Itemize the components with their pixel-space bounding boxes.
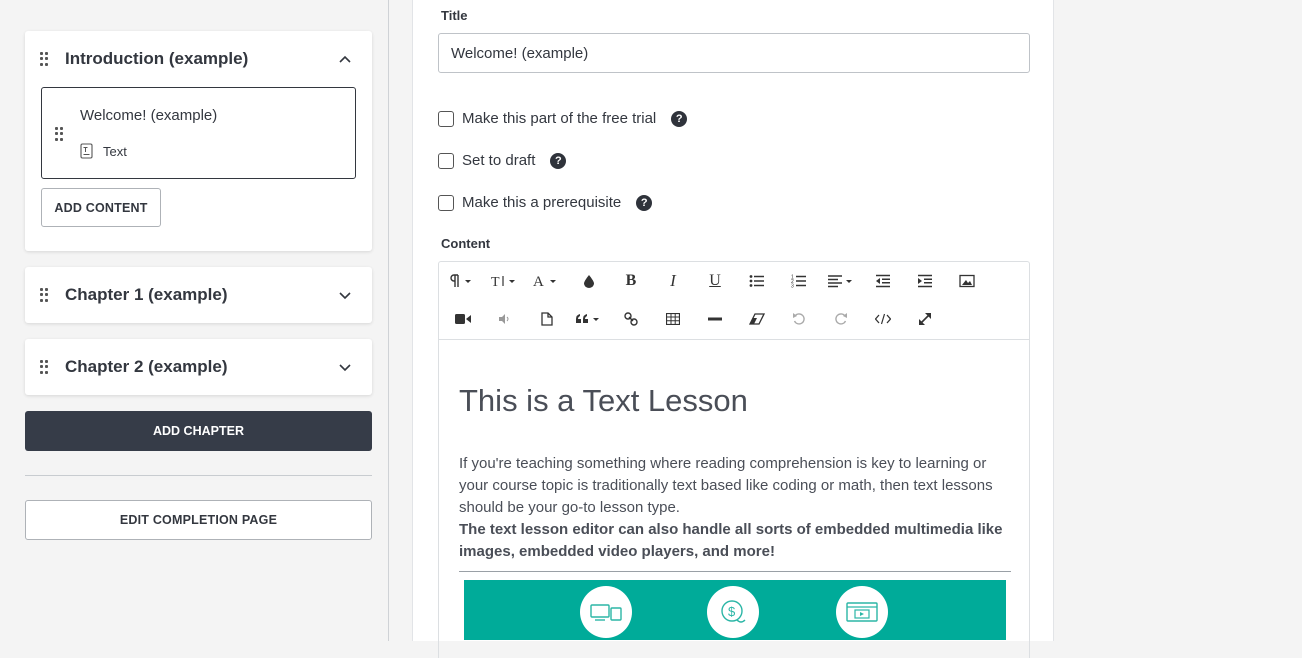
- align-icon[interactable]: [827, 268, 855, 294]
- devices-icon: [580, 586, 632, 638]
- svg-text:T: T: [491, 275, 500, 288]
- undo-icon[interactable]: [785, 306, 813, 332]
- font-size-icon[interactable]: T: [491, 268, 519, 294]
- prerequisite-checkbox[interactable]: [438, 194, 454, 211]
- horizontal-rule: [459, 571, 1011, 572]
- add-chapter-button[interactable]: ADD CHAPTER: [25, 411, 372, 451]
- chevron-up-icon[interactable]: [338, 52, 352, 66]
- content-item[interactable]: Welcome! (example) Text: [41, 87, 356, 179]
- browser-video-icon: [836, 586, 888, 638]
- option-prerequisite[interactable]: Make this a prerequisite ?: [438, 194, 653, 211]
- option-label: Set to draft: [462, 152, 536, 169]
- svg-text:$: $: [728, 604, 736, 619]
- paragraph-icon[interactable]: [449, 268, 477, 294]
- add-content-button[interactable]: ADD CONTENT: [41, 188, 161, 227]
- chapter-header[interactable]: Chapter 1 (example): [25, 267, 372, 323]
- curriculum-sidebar: Introduction (example) Welcome! (example…: [0, 0, 388, 641]
- chapter-header[interactable]: Introduction (example): [25, 31, 372, 87]
- lesson-paragraph: If you're teaching something where readi…: [459, 455, 993, 516]
- sidebar-divider: [388, 0, 389, 641]
- lesson-editor-panel: Title Make this part of the free trial ?…: [412, 0, 1054, 658]
- text-lesson-icon: [80, 143, 93, 159]
- code-icon[interactable]: [869, 306, 897, 332]
- title-label: Title: [441, 8, 468, 23]
- chapter-card-2: Chapter 2 (example): [25, 339, 372, 395]
- option-label: Make this part of the free trial: [462, 110, 657, 127]
- audio-icon[interactable]: [491, 306, 519, 332]
- fullscreen-icon[interactable]: [911, 306, 939, 332]
- editor-toolbar: T A B I U 123: [439, 262, 1029, 340]
- embedded-image[interactable]: $: [464, 580, 1006, 640]
- image-icon[interactable]: [953, 268, 981, 294]
- lesson-bold-paragraph: The text lesson editor can also handle a…: [459, 521, 1003, 560]
- free-trial-checkbox[interactable]: [438, 110, 454, 127]
- quote-icon[interactable]: [575, 306, 603, 332]
- option-draft[interactable]: Set to draft ?: [438, 152, 567, 169]
- drag-handle-icon[interactable]: [40, 360, 48, 374]
- underline-icon[interactable]: U: [701, 268, 729, 294]
- bold-icon[interactable]: B: [617, 268, 645, 294]
- content-item-title: Welcome! (example): [80, 107, 218, 124]
- help-icon[interactable]: ?: [550, 152, 567, 169]
- table-icon[interactable]: [659, 306, 687, 332]
- chapter-header[interactable]: Chapter 2 (example): [25, 339, 372, 395]
- content-label: Content: [441, 236, 491, 251]
- color-icon[interactable]: [575, 268, 603, 294]
- rich-text-editor: T A B I U 123 This is a Text Lesson If y…: [438, 261, 1030, 658]
- drag-handle-icon[interactable]: [55, 127, 63, 141]
- horizontal-rule-icon[interactable]: [701, 306, 729, 332]
- help-icon[interactable]: ?: [671, 110, 688, 127]
- divider: [25, 475, 372, 476]
- eraser-icon[interactable]: [743, 306, 771, 332]
- font-family-icon[interactable]: A: [533, 268, 561, 294]
- chapter-card-1: Chapter 1 (example): [25, 267, 372, 323]
- title-input[interactable]: [438, 33, 1030, 73]
- italic-icon[interactable]: I: [659, 268, 687, 294]
- editor-content[interactable]: This is a Text Lesson If you're teaching…: [459, 340, 1011, 640]
- link-icon[interactable]: [617, 306, 645, 332]
- file-icon[interactable]: [533, 306, 561, 332]
- chapter-title: Chapter 2 (example): [65, 357, 228, 376]
- bullet-list-icon[interactable]: [743, 268, 771, 294]
- chapter-title: Introduction (example): [65, 49, 249, 68]
- chapter-card-introduction: Introduction (example) Welcome! (example…: [25, 31, 372, 251]
- numbered-list-icon[interactable]: 123: [785, 268, 813, 294]
- indent-icon[interactable]: [911, 268, 939, 294]
- chapter-title: Chapter 1 (example): [65, 285, 228, 304]
- outdent-icon[interactable]: [869, 268, 897, 294]
- content-type: Text: [80, 143, 127, 159]
- money-icon: $: [707, 586, 759, 638]
- option-label: Make this a prerequisite: [462, 194, 622, 211]
- help-icon[interactable]: ?: [636, 194, 653, 211]
- chevron-down-icon[interactable]: [338, 360, 352, 374]
- redo-icon[interactable]: [827, 306, 855, 332]
- svg-text:A: A: [533, 274, 544, 288]
- svg-text:3: 3: [791, 284, 794, 289]
- lesson-heading: This is a Text Lesson: [459, 383, 748, 418]
- option-free-trial[interactable]: Make this part of the free trial ?: [438, 110, 688, 127]
- drag-handle-icon[interactable]: [40, 52, 48, 66]
- drag-handle-icon[interactable]: [40, 288, 48, 302]
- edit-completion-page-button[interactable]: EDIT COMPLETION PAGE: [25, 500, 372, 540]
- content-type-label: Text: [103, 143, 127, 159]
- chevron-down-icon[interactable]: [338, 288, 352, 302]
- draft-checkbox[interactable]: [438, 152, 454, 169]
- video-icon[interactable]: [449, 306, 477, 332]
